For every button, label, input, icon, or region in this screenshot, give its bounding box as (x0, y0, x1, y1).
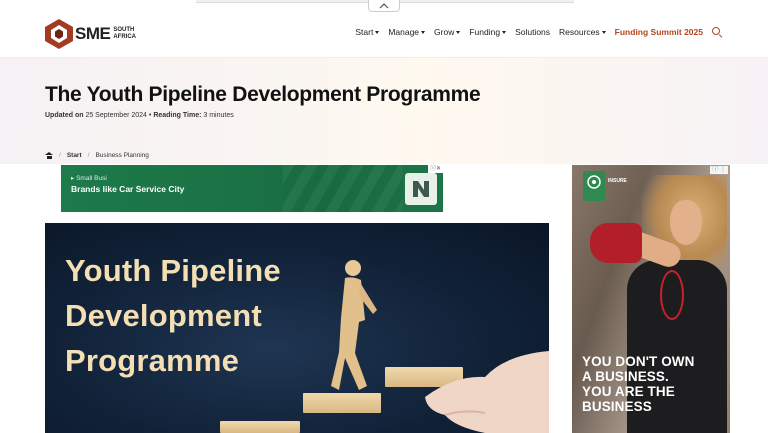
main-nav: Start Manage Grow Funding Solutions Reso… (346, 27, 722, 37)
logo-sub-line1: SOUTH (113, 27, 135, 33)
featured-line1: Youth Pipeline (65, 253, 281, 288)
chevron-up-icon[interactable] (368, 0, 400, 12)
article-meta: Updated on 25 September 2024 • Reading T… (45, 112, 234, 119)
reading-time-value: 3 minutes (203, 112, 234, 119)
caret-down-icon (502, 30, 507, 34)
featured-line2: Development (65, 298, 262, 333)
chevron-up-glyph (379, 2, 389, 8)
site-logo[interactable]: SME SOUTH AFRICA (45, 19, 136, 49)
page-title: The Youth Pipeline Development Programme (45, 83, 481, 106)
ad-person-face (670, 200, 702, 245)
nav-label: Start (355, 27, 374, 37)
clover-glyph (587, 175, 601, 189)
hand-icon (425, 351, 549, 433)
hairdryer-cord (660, 270, 684, 320)
updated-label: Updated on (45, 112, 84, 119)
insurer-logo-text: INSURE (608, 178, 627, 184)
ad-headline-line3: YOU ARE THE (582, 384, 675, 399)
nav-item-funding[interactable]: Funding (469, 27, 507, 37)
nav-item-manage[interactable]: Manage (388, 27, 426, 37)
nedbank-logo-icon (405, 173, 437, 205)
breadcrumb: / Start / Business Planning (45, 152, 149, 159)
featured-line3: Programme (65, 343, 240, 378)
search-icon[interactable] (712, 27, 722, 37)
logo-brand: SME (75, 24, 111, 43)
wooden-step (220, 421, 300, 433)
breadcrumb-separator: / (59, 152, 61, 159)
ad-headline: YOU DON'T OWN A BUSINESS. YOU ARE THE BU… (582, 354, 695, 414)
ad-headline-line1: YOU DON'T OWN (582, 354, 695, 369)
nav-label: Grow (434, 27, 455, 37)
logo-mark-icon (45, 19, 73, 49)
breadcrumb-item-business-planning[interactable]: Business Planning (95, 152, 148, 159)
featured-image-text: Youth Pipeline Development Programme (65, 248, 281, 383)
reading-time-label: Reading Time: (153, 112, 202, 119)
breadcrumb-separator: / (87, 152, 90, 159)
ad-headline-line4: BUSINESS (582, 399, 652, 414)
wooden-figure-icon (331, 260, 377, 390)
nav-label: Solutions (515, 27, 551, 37)
n-logo-glyph (413, 181, 429, 197)
nav-label: Funding Summit 2025 (614, 27, 703, 37)
nav-item-solutions[interactable]: Solutions (515, 27, 550, 37)
nav-label: Resources (559, 27, 600, 37)
ad-choices-icon[interactable]: ⓘ ⋮ (710, 166, 728, 174)
nav-item-funding-summit[interactable]: Funding Summit 2025 (615, 27, 703, 37)
hairdryer-icon (590, 223, 642, 263)
ad-title: Brands like Car Service City (71, 184, 185, 194)
breadcrumb-item-start[interactable]: Start (67, 152, 82, 159)
home-icon[interactable] (45, 152, 53, 159)
caret-down-icon (375, 30, 380, 34)
nav-label: Funding (469, 27, 501, 37)
logo-subtitle: SOUTH AFRICA (113, 27, 136, 41)
meta-separator: • (148, 112, 152, 119)
nav-item-grow[interactable]: Grow (434, 27, 461, 37)
ad-small-label: Small Busi (76, 175, 107, 182)
ad-headline-line2: A BUSINESS. (582, 369, 669, 384)
nav-label: Manage (388, 27, 420, 37)
side-advertisement[interactable]: INSURE YOU DON'T OWN A BUSINESS. YOU ARE… (572, 165, 730, 433)
caret-down-icon (421, 30, 426, 34)
ad-small-text: ▸ Small Busi (71, 175, 107, 182)
caret-down-icon (601, 30, 606, 34)
updated-date: 25 September 2024 (85, 112, 147, 119)
nav-item-start[interactable]: Start (355, 27, 380, 37)
caret-down-icon (456, 30, 461, 34)
featured-image: Youth Pipeline Development Programme (45, 223, 549, 433)
logo-sub-line2: AFRICA (113, 34, 137, 40)
banner-advertisement[interactable]: ▸ Small Busi Brands like Car Service Cit… (61, 165, 443, 212)
article-hero: The Youth Pipeline Development Programme… (0, 58, 768, 164)
insurer-logo-icon (583, 171, 605, 201)
ad-background-pattern (283, 165, 403, 212)
nav-item-resources[interactable]: Resources (559, 27, 606, 37)
ad-choices-icon[interactable]: ⓘ✕ (427, 165, 443, 173)
